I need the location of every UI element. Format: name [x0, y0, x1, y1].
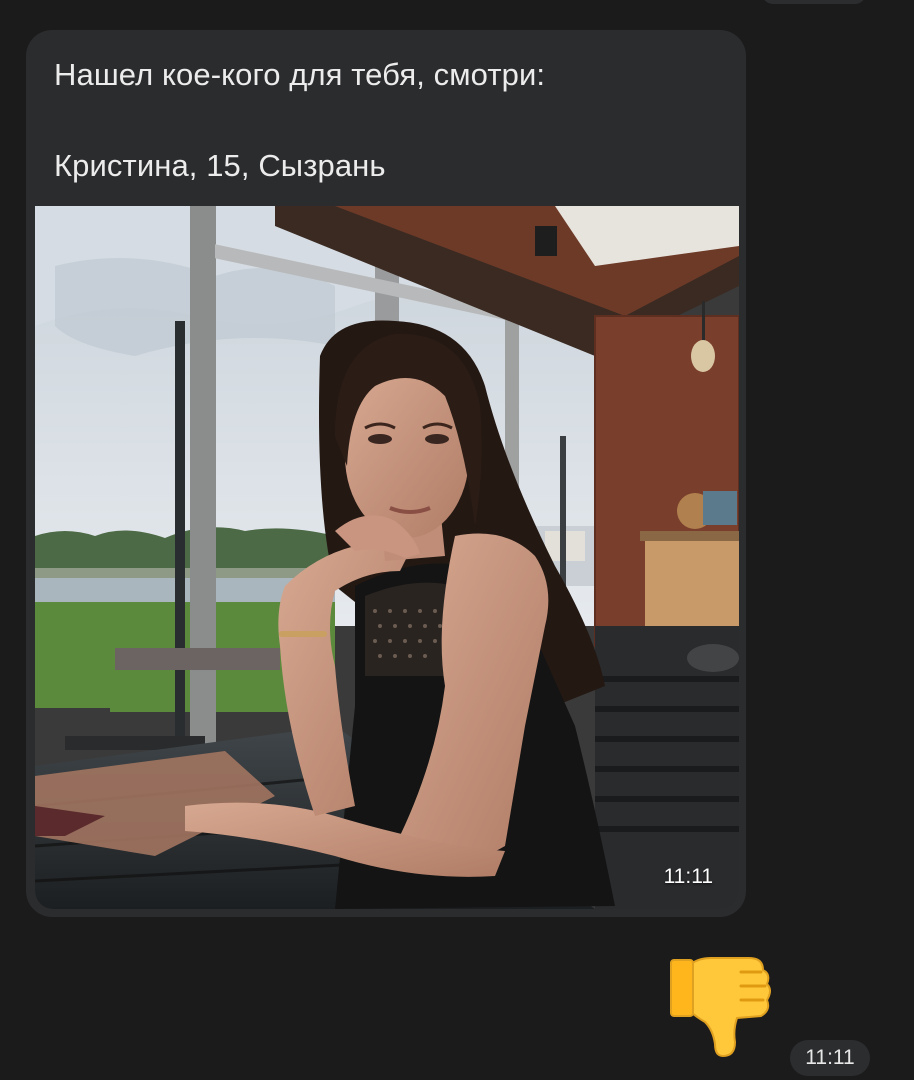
photo-image	[35, 206, 739, 909]
message-line-2: Кристина, 15, Сызрань	[54, 148, 386, 183]
previous-message-edge	[762, 0, 866, 4]
photo-timestamp: 11:11	[663, 865, 713, 888]
chat-screen: Нашел кое-кого для тебя, смотри: Кристин…	[0, 0, 914, 1080]
incoming-message-bubble[interactable]: Нашел кое-кого для тебя, смотри: Кристин…	[26, 30, 746, 917]
message-text: Нашел кое-кого для тебя, смотри: Кристин…	[54, 56, 714, 185]
thumbs-down-icon[interactable]	[667, 948, 771, 1060]
message-photo[interactable]: 11:11	[35, 206, 739, 909]
reply-timestamp: 11:11	[790, 1040, 870, 1076]
message-line-1: Нашел кое-кого для тебя, смотри:	[54, 57, 546, 92]
